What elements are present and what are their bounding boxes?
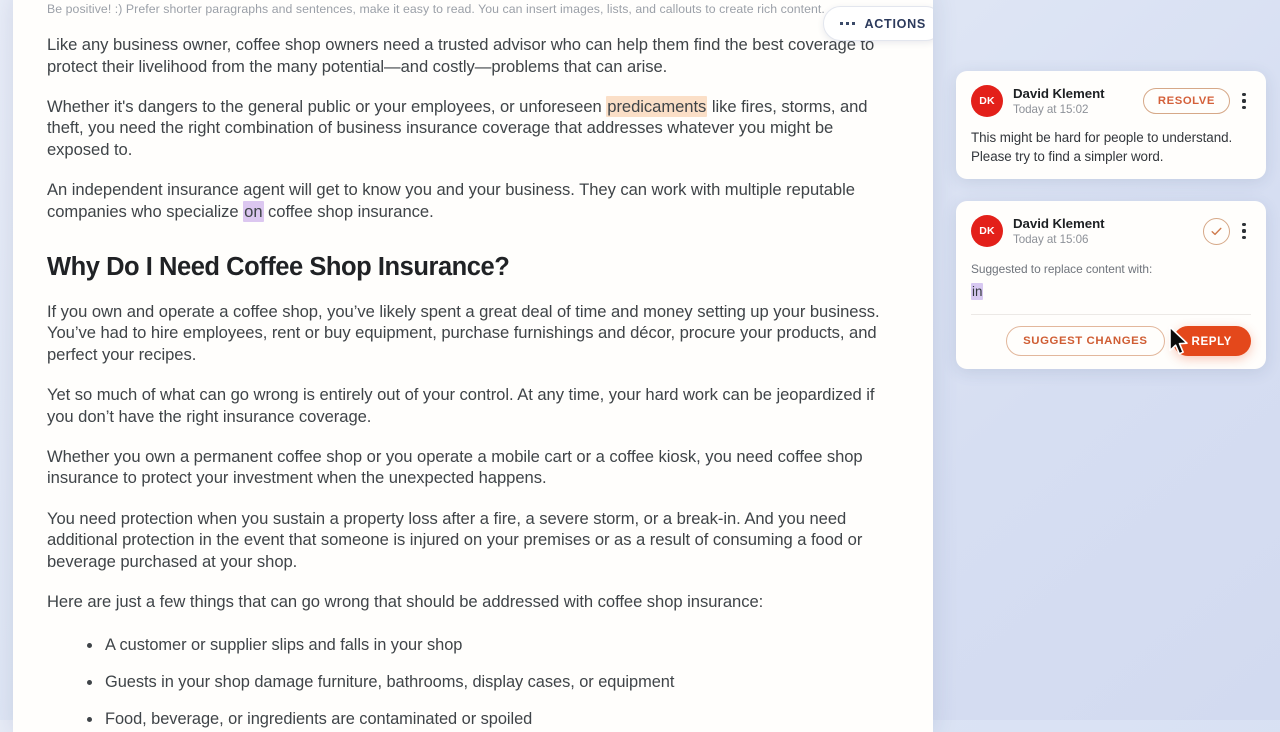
paragraph-7[interactable]: You need protection when you sustain a p… (47, 508, 899, 572)
suggest-changes-button[interactable]: SUGGEST CHANGES (1006, 326, 1165, 356)
comment-header-actions: RESOLVE (1142, 88, 1251, 114)
paragraph-2-text-before: Whether it's dangers to the general publ… (47, 97, 607, 117)
paragraph-8[interactable]: Here are just a few things that can go w… (47, 591, 899, 612)
avatar: DK (971, 215, 1003, 247)
reply-button[interactable]: REPLY (1172, 326, 1251, 356)
paragraph-1-text: Like any business owner, coffee shop own… (47, 35, 875, 76)
list-item[interactable]: Guests in your shop damage furniture, ba… (87, 672, 899, 693)
list-item[interactable]: Food, beverage, or ingredients are conta… (87, 709, 899, 730)
list-item[interactable]: A customer or supplier slips and falls i… (87, 635, 899, 656)
suggest-changes-label: SUGGEST CHANGES (1023, 335, 1148, 347)
paragraph-3-text-after: coffee shop insurance. (263, 201, 434, 221)
check-circle-icon[interactable] (1203, 217, 1230, 245)
comments-sidebar: DK David Klement Today at 15:02 RESOLVE … (956, 0, 1266, 369)
resolve-button[interactable]: RESOLVE (1142, 88, 1230, 114)
comment-author-name: David Klement (1013, 85, 1105, 101)
comment-author-name: David Klement (1013, 215, 1105, 231)
comment-card[interactable]: DK David Klement Today at 15:06 Suggeste… (956, 201, 1266, 369)
suggestion-value: in (971, 283, 1251, 301)
section-heading[interactable]: Why Do I Need Coffee Shop Insurance? (47, 252, 899, 282)
comment-author-block: David Klement Today at 15:02 (1013, 86, 1105, 117)
comment-timestamp: Today at 15:06 (1013, 232, 1089, 246)
comment-timestamp: Today at 15:02 (1013, 102, 1089, 116)
comment-header: DK David Klement Today at 15:02 RESOLVE (971, 85, 1251, 117)
reply-button-label: REPLY (1191, 334, 1232, 348)
highlight-on[interactable]: on (243, 200, 264, 222)
comment-footer-actions: SUGGEST CHANGES REPLY (971, 315, 1251, 369)
paragraph-4[interactable]: If you own and operate a coffee shop, yo… (47, 301, 899, 365)
paragraph-1[interactable]: Like any business owner, coffee shop own… (47, 34, 899, 77)
comment-body-text: This might be hard for people to underst… (971, 130, 1233, 164)
kebab-menu-icon[interactable] (1237, 220, 1251, 242)
editor-tip-text: Be positive! :) Prefer shorter paragraph… (47, 0, 899, 18)
document-editor-panel: Be positive! :) Prefer shorter paragraph… (13, 0, 933, 732)
resolve-button-label: RESOLVE (1157, 95, 1215, 107)
comment-author-block: David Klement Today at 15:06 (1013, 216, 1105, 247)
avatar: DK (971, 85, 1003, 117)
suggestion-label: Suggested to replace content with: (971, 262, 1153, 276)
comment-card[interactable]: DK David Klement Today at 15:02 RESOLVE … (956, 71, 1266, 179)
paragraph-2[interactable]: Whether it's dangers to the general publ… (47, 96, 899, 160)
paragraph-6[interactable]: Whether you own a permanent coffee shop … (47, 446, 899, 489)
bullet-list: A customer or supplier slips and falls i… (47, 635, 899, 730)
app-background: Be positive! :) Prefer shorter paragraph… (0, 0, 1280, 732)
paragraph-5[interactable]: Yet so much of what can go wrong is enti… (47, 384, 899, 427)
kebab-menu-icon[interactable] (1237, 90, 1251, 112)
three-dots-icon (839, 21, 856, 26)
document-scroll-area[interactable]: Be positive! :) Prefer shorter paragraph… (13, 0, 933, 732)
comment-header: DK David Klement Today at 15:06 (971, 215, 1251, 247)
highlight-predicaments[interactable]: predicaments (606, 96, 708, 118)
paragraph-3[interactable]: An independent insurance agent will get … (47, 179, 899, 222)
suggestion-value-chip: in (971, 283, 984, 300)
tip-text: Be positive! :) Prefer shorter paragraph… (47, 2, 825, 16)
paragraph-3-text-before: An independent insurance agent will get … (47, 180, 855, 221)
comment-header-actions (1203, 217, 1251, 245)
actions-button-label: ACTIONS (864, 16, 927, 31)
actions-button[interactable]: ACTIONS (823, 6, 933, 41)
